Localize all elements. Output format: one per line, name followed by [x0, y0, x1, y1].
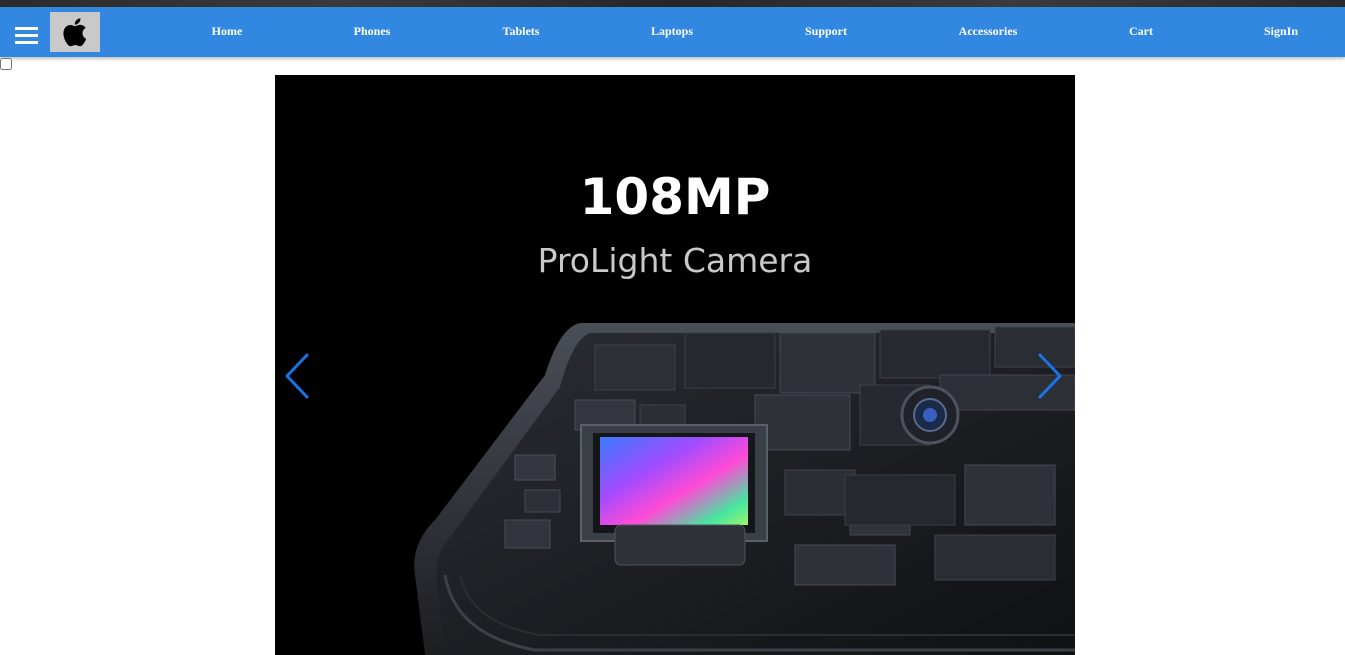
nav-link-support[interactable]: Support	[805, 24, 847, 39]
slide-headline: 108MP	[579, 168, 771, 226]
top-navbar: Home Phones Tablets Laptops Support Acce…	[0, 7, 1345, 57]
apple-logo-icon[interactable]	[50, 12, 100, 52]
nav-link-phones[interactable]: Phones	[354, 24, 391, 39]
nav-link-tablets[interactable]: Tablets	[503, 24, 540, 39]
nav-link-accessories[interactable]: Accessories	[959, 24, 1018, 39]
slide-subheadline: ProLight Camera	[537, 241, 813, 280]
nav-link-signin[interactable]: SignIn	[1264, 24, 1298, 39]
top-decorative-strip	[0, 0, 1345, 7]
phone-camera-illustration	[414, 323, 1075, 655]
nav-link-laptops[interactable]: Laptops	[651, 24, 693, 39]
hamburger-menu-icon[interactable]	[15, 27, 38, 45]
chevron-left-icon[interactable]	[283, 353, 311, 399]
image-slider: 108MP ProLight Camera	[275, 75, 1075, 655]
nav-link-cart[interactable]: Cart	[1129, 24, 1153, 39]
chevron-right-icon[interactable]	[1036, 353, 1064, 399]
nav-link-home[interactable]: Home	[212, 24, 243, 39]
menu-toggle-checkbox[interactable]	[0, 58, 12, 70]
